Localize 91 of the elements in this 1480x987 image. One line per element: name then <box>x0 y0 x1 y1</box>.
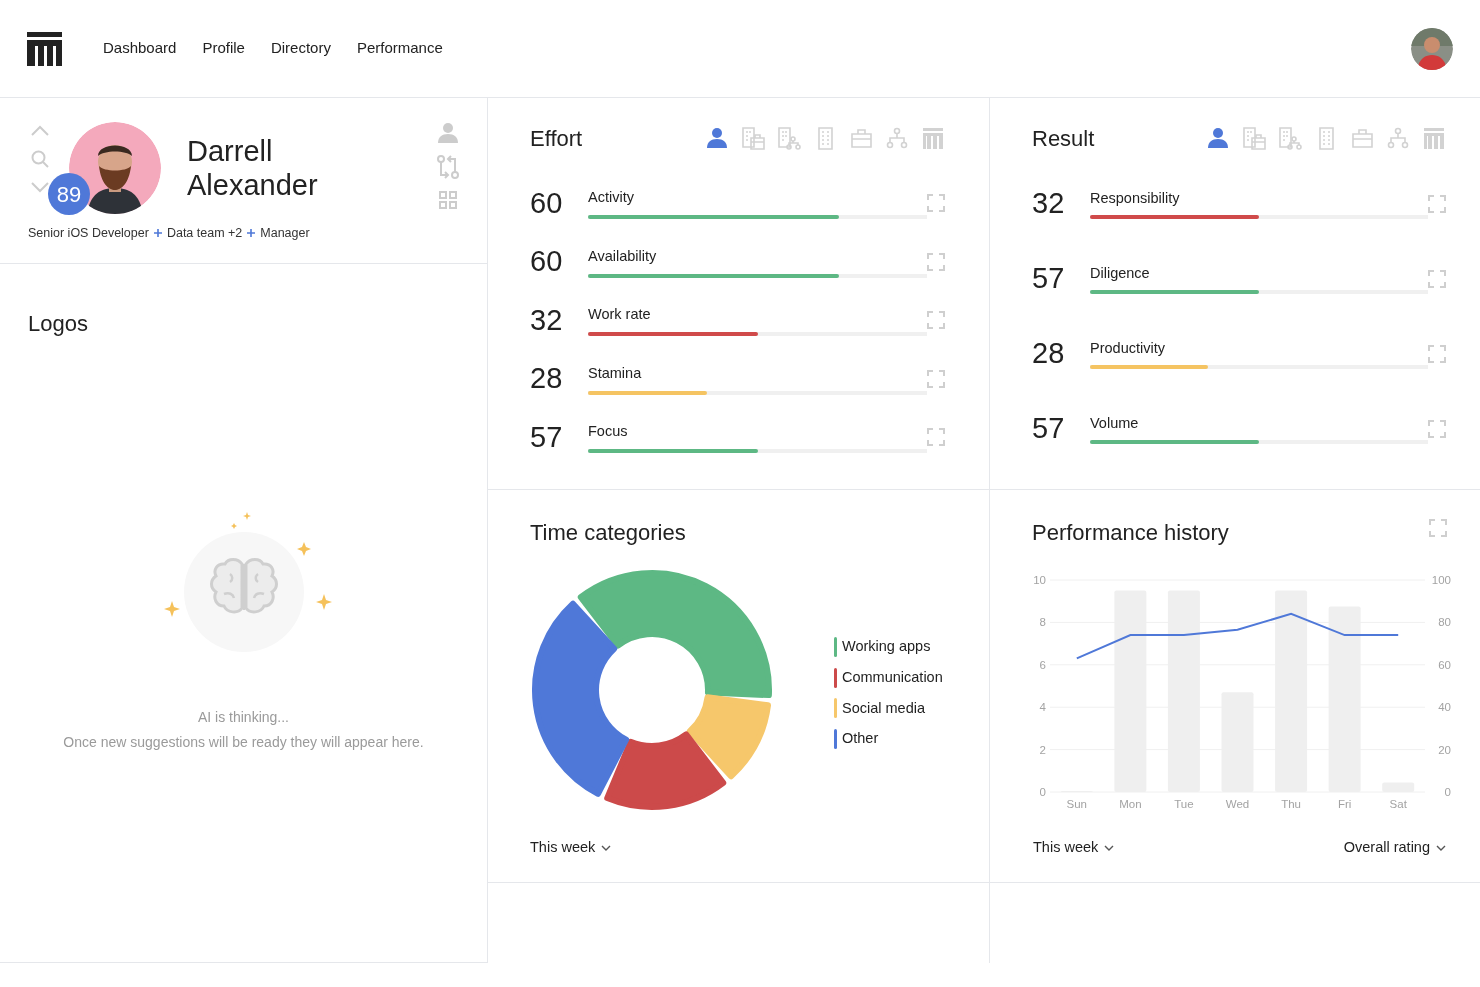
caret-icon <box>1436 844 1446 851</box>
axis-label: Wed <box>1225 798 1250 810</box>
legend-label: Communication <box>842 667 943 687</box>
axis-label: 100 <box>1431 574 1451 586</box>
compare-icon[interactable] <box>437 155 459 179</box>
axis-label: 40 <box>1438 701 1451 714</box>
metric-label: Responsibility <box>1090 188 1180 208</box>
plus-icon <box>153 229 162 238</box>
axis-label: 2 <box>1039 743 1046 756</box>
metric-value: 57 <box>1032 410 1066 446</box>
person-icon[interactable] <box>1207 126 1230 150</box>
metric-label: Focus <box>588 422 628 442</box>
card-title: Performance history <box>1032 519 1229 547</box>
axis-label: Sun <box>1066 798 1087 810</box>
expand-icon[interactable] <box>1429 519 1447 537</box>
metric-value: 60 <box>530 185 564 221</box>
nav-link[interactable]: Profile <box>202 37 245 60</box>
score-badge: 89 <box>48 173 90 215</box>
chevron-up-icon[interactable] <box>30 125 50 137</box>
metric-value: 32 <box>1032 185 1066 221</box>
axis-label: 4 <box>1039 701 1046 714</box>
metric-label: Activity <box>588 188 634 208</box>
network-icon[interactable] <box>1387 126 1410 150</box>
legend-label: Social media <box>842 698 925 718</box>
nav-link[interactable]: Dashboard <box>103 37 177 60</box>
metric-label: Productivity <box>1090 338 1165 358</box>
person-name: Darrell Alexander <box>187 134 319 202</box>
caret-icon <box>601 844 612 851</box>
building-network-icon[interactable] <box>1279 126 1302 150</box>
metric-value: 32 <box>530 302 564 338</box>
expand-icon[interactable] <box>927 369 945 388</box>
axis-label: 0 <box>1444 786 1451 798</box>
expand-icon[interactable] <box>1428 269 1446 288</box>
briefcase-icon[interactable] <box>850 126 873 150</box>
metric-value: 28 <box>530 361 564 396</box>
hint-text: Once new suggestions will be ready they will appear here. <box>63 733 424 752</box>
axis-label: Fri <box>1337 798 1352 810</box>
status-text: AI is thinking... <box>197 708 289 727</box>
plus-icon <box>247 229 256 238</box>
metric-value: 60 <box>530 244 564 279</box>
axis-label: Tue <box>1174 798 1194 810</box>
period-dropdown[interactable]: This week <box>530 837 612 859</box>
axis-label: Sat <box>1389 798 1407 810</box>
expand-icon[interactable] <box>927 194 945 213</box>
expand-icon[interactable] <box>1428 344 1446 363</box>
grid-icon[interactable] <box>439 191 457 209</box>
metric-value: 57 <box>1032 260 1066 296</box>
metric-label: Availability <box>588 246 657 266</box>
expand-icon[interactable] <box>1428 194 1446 213</box>
building-network-icon[interactable] <box>778 126 801 150</box>
metric-label: Volume <box>1090 413 1139 433</box>
metric-label: Stamina <box>588 363 642 383</box>
expand-icon[interactable] <box>927 428 945 447</box>
axis-label: 6 <box>1039 658 1046 671</box>
logo-icon[interactable] <box>27 31 62 66</box>
metric-label: Diligence <box>1090 263 1150 283</box>
legend-label: Working apps <box>842 637 931 656</box>
period-dropdown[interactable]: This week <box>1033 837 1115 859</box>
axis-label: 60 <box>1438 658 1451 671</box>
search-icon[interactable] <box>31 150 49 168</box>
metric-label: Work rate <box>588 305 651 325</box>
period-dropdown[interactable]: Overall rating <box>1343 837 1446 859</box>
axis-label: Thu <box>1281 798 1301 810</box>
axis-label: 20 <box>1438 743 1451 756</box>
metric-value: 28 <box>1032 335 1066 371</box>
tag-label: Data team +2 <box>166 225 243 242</box>
axis-label: Mon <box>1119 798 1142 810</box>
section-title: Logos <box>28 310 88 338</box>
tag-label: Senior iOS Developer <box>28 225 149 242</box>
briefcase-icon[interactable] <box>1351 126 1374 150</box>
person-icon[interactable] <box>706 126 729 150</box>
card-title: Result <box>1032 124 1096 153</box>
expand-icon[interactable] <box>927 252 945 271</box>
building-briefcase-icon[interactable] <box>742 126 765 150</box>
expand-icon[interactable] <box>1428 419 1446 438</box>
legend-label: Other <box>842 729 879 749</box>
nav-link[interactable]: Performance <box>356 37 443 60</box>
expand-icon[interactable] <box>927 311 945 330</box>
tag-label: Manager <box>260 225 310 242</box>
axis-label: 10 <box>1033 574 1046 586</box>
caret-icon <box>1104 844 1115 851</box>
metric-value: 57 <box>530 419 564 455</box>
card-title: Effort <box>530 124 584 153</box>
network-icon[interactable] <box>886 126 909 150</box>
nav-link[interactable]: Directory <box>270 37 331 60</box>
axis-label: 0 <box>1039 786 1046 798</box>
card-title: Time categories <box>530 519 686 547</box>
axis-label: 8 <box>1039 616 1046 629</box>
axis-label: 80 <box>1438 616 1451 629</box>
chevron-down-icon[interactable] <box>30 181 50 193</box>
building-briefcase-icon[interactable] <box>1243 126 1266 150</box>
